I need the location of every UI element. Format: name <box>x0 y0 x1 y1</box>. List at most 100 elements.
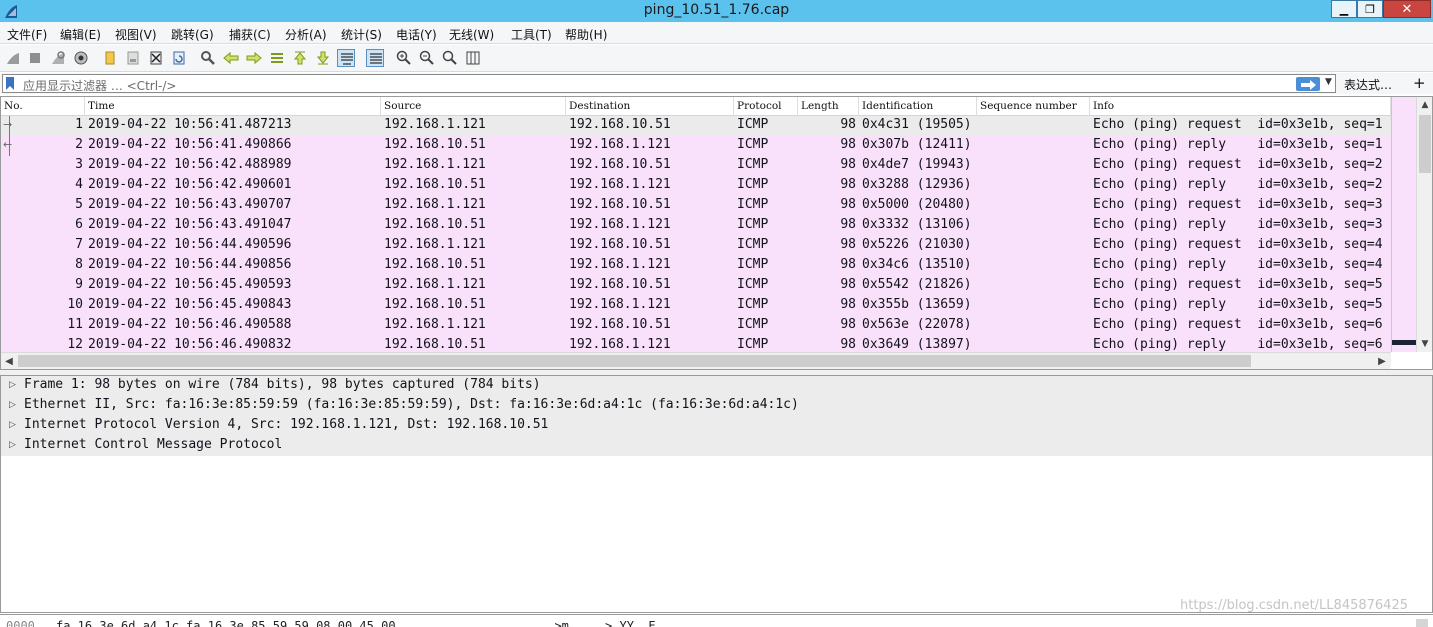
packet-details: ▷ Frame 1: 98 bytes on wire (784 bits), 9… <box>0 375 1433 613</box>
menu-view[interactable]: 视图(V) <box>115 26 157 43</box>
packet-minimap[interactable] <box>1391 97 1417 352</box>
capture-options-icon[interactable] <box>72 49 90 67</box>
menu-go[interactable]: 跳转(G) <box>171 26 214 43</box>
col-header-sequence[interactable]: Sequence number <box>977 97 1090 116</box>
close-file-icon[interactable] <box>147 49 165 67</box>
bytes-hex[interactable]: fa 16 3e 6d a4 1c fa 16 3e 85 59 59 08 0… <box>56 619 396 627</box>
menu-help[interactable]: 帮助(H) <box>565 26 607 43</box>
go-forward-icon[interactable] <box>245 49 263 67</box>
colorize-icon[interactable] <box>366 49 384 67</box>
expand-arrow-icon[interactable]: ▷ <box>9 400 16 410</box>
horizontal-scroll-thumb[interactable] <box>18 355 1251 367</box>
table-row[interactable]: 6 2019-04-22 10:56:43.491047 192.168.10.51… <box>1 216 1391 236</box>
table-row[interactable]: 11 2019-04-22 10:56:46.490588 192.168.1.12… <box>1 316 1391 336</box>
vertical-scrollbar[interactable]: ▲ ▼ <box>1416 97 1432 352</box>
col-header-source[interactable]: Source <box>381 97 566 116</box>
close-button[interactable]: ✕ <box>1383 0 1431 18</box>
cell-source: 192.168.10.51 <box>384 177 486 192</box>
cell-info: Echo (ping) reply id=0x3e1b, seq=5 <box>1093 297 1383 312</box>
cell-time: 2019-04-22 10:56:43.491047 <box>88 217 292 232</box>
cell-info: Echo (ping) request id=0x3e1b, seq=4 <box>1093 237 1383 252</box>
menu-file[interactable]: 文件(F) <box>7 26 47 43</box>
cell-time: 2019-04-22 10:56:43.490707 <box>88 197 292 212</box>
menu-wireless[interactable]: 无线(W) <box>449 26 494 43</box>
cell-destination: 192.168.1.121 <box>569 217 671 232</box>
menu-edit[interactable]: 编辑(E) <box>60 26 101 43</box>
col-header-destination[interactable]: Destination <box>566 97 734 116</box>
menu-statistics[interactable]: 统计(S) <box>341 26 382 43</box>
detail-row-icmp[interactable]: ▷ Internet Control Message Protocol <box>1 436 1432 456</box>
zoom-out-icon[interactable] <box>418 49 436 67</box>
table-row[interactable]: 3 2019-04-22 10:56:42.488989 192.168.1.121… <box>1 156 1391 176</box>
scroll-down-icon[interactable]: ▼ <box>1417 336 1433 352</box>
cell-info: Echo (ping) request id=0x3e1b, seq=5 <box>1093 277 1383 292</box>
cell-length: 98 <box>840 237 856 252</box>
expression-button[interactable]: 表达式… <box>1344 76 1392 93</box>
menu-tools[interactable]: 工具(T) <box>511 26 552 43</box>
scroll-up-icon[interactable]: ▲ <box>1417 97 1433 113</box>
reload-icon[interactable] <box>170 49 188 67</box>
menu-analyze[interactable]: 分析(A) <box>285 26 327 43</box>
table-row[interactable]: 7 2019-04-22 10:56:44.490596 192.168.1.121… <box>1 236 1391 256</box>
horizontal-scrollbar[interactable]: ◀ ▶ <box>1 352 1391 369</box>
vertical-scroll-thumb[interactable] <box>1419 115 1431 173</box>
cell-identification: 0x5000 (20480) <box>862 197 972 212</box>
expand-arrow-icon[interactable]: ▷ <box>9 440 16 450</box>
table-row[interactable]: → 1 2019-04-22 10:56:41.487213 192.168.1.12… <box>1 116 1391 136</box>
menu-telephony[interactable]: 电话(Y) <box>396 26 437 43</box>
resize-columns-icon[interactable] <box>464 49 482 67</box>
table-row[interactable]: 9 2019-04-22 10:56:45.490593 192.168.1.121… <box>1 276 1391 296</box>
cell-no: 4 <box>75 177 83 192</box>
table-row[interactable]: 5 2019-04-22 10:56:43.490707 192.168.1.121… <box>1 196 1391 216</box>
chevron-down-icon[interactable]: ▼ <box>1325 77 1332 87</box>
find-packet-icon[interactable] <box>199 49 217 67</box>
expand-arrow-icon[interactable]: ▷ <box>9 420 16 430</box>
detail-row-ethernet[interactable]: ▷ Ethernet II, Src: fa:16:3e:85:59:59 (fa… <box>1 396 1432 416</box>
col-header-identification[interactable]: Identification <box>859 97 977 116</box>
scroll-right-icon[interactable]: ▶ <box>1374 353 1390 370</box>
apply-filter-button[interactable] <box>1296 77 1320 91</box>
col-header-info[interactable]: Info <box>1090 97 1391 116</box>
table-row[interactable]: ← 2 2019-04-22 10:56:41.490866 192.168.10.5… <box>1 136 1391 156</box>
minimize-button[interactable]: ▁ <box>1331 0 1357 18</box>
zoom-in-icon[interactable] <box>395 49 413 67</box>
bookmark-icon[interactable] <box>5 77 15 90</box>
scroll-left-icon[interactable]: ◀ <box>1 353 17 370</box>
table-row[interactable]: 10 2019-04-22 10:56:45.490843 192.168.10.5… <box>1 296 1391 316</box>
cell-identification: 0x4de7 (19943) <box>862 157 972 172</box>
cell-protocol: ICMP <box>737 217 769 232</box>
bytes-ascii[interactable]: ..>m.... >.YY..E. <box>540 619 663 627</box>
table-row[interactable]: 4 2019-04-22 10:56:42.490601 192.168.10.51… <box>1 176 1391 196</box>
col-header-length[interactable]: Length <box>798 97 859 116</box>
cell-time: 2019-04-22 10:56:41.487213 <box>88 117 292 132</box>
cell-source: 192.168.10.51 <box>384 297 486 312</box>
col-header-no[interactable]: No. <box>1 97 85 116</box>
open-file-icon[interactable] <box>101 49 119 67</box>
add-filter-button[interactable]: + <box>1413 74 1426 92</box>
table-row[interactable]: 12 2019-04-22 10:56:46.490832 192.168.10.5… <box>1 336 1391 352</box>
save-file-icon[interactable] <box>124 49 142 67</box>
cell-length: 98 <box>840 137 856 152</box>
cell-source: 192.168.10.51 <box>384 217 486 232</box>
display-filter-input[interactable]: 应用显示过滤器 … <Ctrl-/> ▼ <box>2 74 1336 93</box>
restart-icon[interactable] <box>49 49 67 67</box>
watermark: https://blog.csdn.net/LL845876425 <box>1180 598 1408 613</box>
table-row[interactable]: 8 2019-04-22 10:56:44.490856 192.168.10.51… <box>1 256 1391 276</box>
menu-capture[interactable]: 捕获(C) <box>229 26 271 43</box>
detail-row-ipv4[interactable]: ▷ Internet Protocol Version 4, Src: 192.1… <box>1 416 1432 436</box>
shark-fin-start-icon[interactable] <box>4 49 22 67</box>
col-header-time[interactable]: Time <box>85 97 381 116</box>
last-packet-icon[interactable] <box>314 49 332 67</box>
normal-size-icon[interactable] <box>441 49 459 67</box>
col-header-protocol[interactable]: Protocol <box>734 97 798 116</box>
auto-scroll-icon[interactable] <box>337 49 355 67</box>
cell-no: 1 <box>75 117 83 132</box>
go-to-packet-icon[interactable] <box>268 49 286 67</box>
cell-protocol: ICMP <box>737 237 769 252</box>
expand-arrow-icon[interactable]: ▷ <box>9 380 16 390</box>
first-packet-icon[interactable] <box>291 49 309 67</box>
go-back-icon[interactable] <box>222 49 240 67</box>
detail-row-frame[interactable]: ▷ Frame 1: 98 bytes on wire (784 bits), 9… <box>1 376 1432 396</box>
maximize-button[interactable]: ❐ <box>1357 0 1383 18</box>
stop-icon[interactable] <box>26 49 44 67</box>
